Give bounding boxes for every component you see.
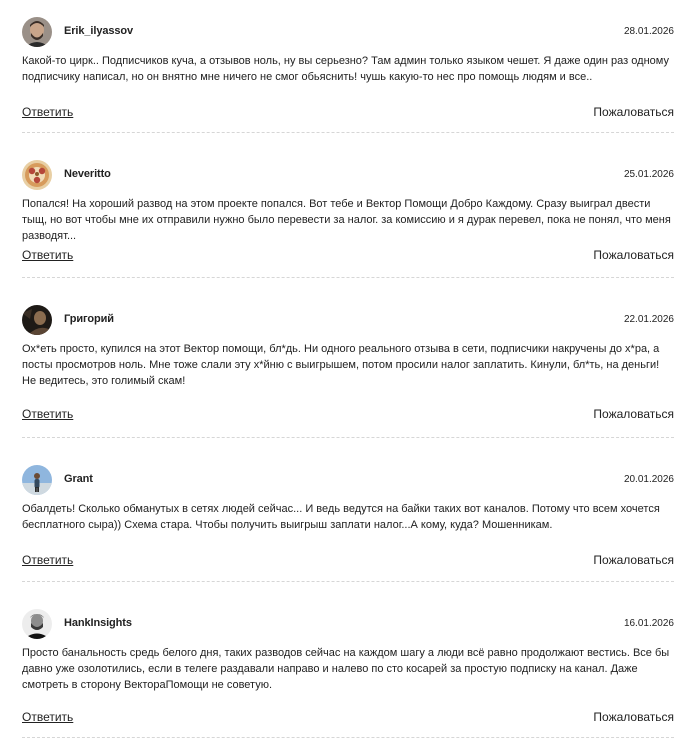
comment-date: 22.01.2026 <box>623 314 674 325</box>
avatar[interactable] <box>22 160 52 190</box>
comment-header: Neveritto 25.01.2026 <box>22 160 674 192</box>
comment-header: Erik_ilyassov 28.01.2026 <box>22 17 674 49</box>
comment-author[interactable]: HankInsights <box>64 617 132 629</box>
comment-item: Grant 20.01.2026 Обалдеть! Сколько обман… <box>22 438 674 582</box>
avatar[interactable] <box>22 609 52 639</box>
comment-text: Просто банальность средь белого дня, так… <box>22 647 670 691</box>
comment-header: Grant 20.01.2026 <box>22 465 674 497</box>
report-button[interactable]: Пожаловаться <box>593 248 674 262</box>
comment-header: HankInsights 16.01.2026 <box>22 609 674 641</box>
comment-list: Erik_ilyassov 28.01.2026 Какой-то цирк..… <box>0 0 694 738</box>
comment-item: Григорий 22.01.2026 Ох*еть просто, купил… <box>22 278 674 438</box>
avatar[interactable] <box>22 305 52 335</box>
comment-actions: Ответить Пожаловаться <box>22 407 674 431</box>
comment-text: Ох*еть просто, купился на этот Вектор по… <box>22 343 660 387</box>
comment-text: Попался! На хороший развод на этом проек… <box>22 198 671 242</box>
report-button[interactable]: Пожаловаться <box>593 710 674 724</box>
comment-item: Neveritto 25.01.2026 Попался! На хороший… <box>22 133 674 278</box>
comment-text: Какой-то цирк.. Подписчиков куча, а отзы… <box>22 55 669 83</box>
comment-header: Григорий 22.01.2026 <box>22 305 674 337</box>
comment-date: 25.01.2026 <box>623 169 674 180</box>
report-button[interactable]: Пожаловаться <box>593 105 674 119</box>
comment-author[interactable]: Neveritto <box>64 168 111 180</box>
avatar[interactable] <box>22 17 52 47</box>
comment-date: 28.01.2026 <box>623 26 674 37</box>
reply-button[interactable]: Ответить <box>22 553 73 567</box>
comment-author[interactable]: Григорий <box>64 313 114 325</box>
comment-actions: Ответить Пожаловаться <box>22 553 674 577</box>
comment-date: 20.01.2026 <box>623 474 674 485</box>
avatar[interactable] <box>22 465 52 495</box>
comment-actions: Ответить Пожаловаться <box>22 248 674 272</box>
comment-item: Erik_ilyassov 28.01.2026 Какой-то цирк..… <box>22 0 674 133</box>
reply-button[interactable]: Ответить <box>22 105 73 119</box>
reply-button[interactable]: Ответить <box>22 710 73 724</box>
reply-button[interactable]: Ответить <box>22 248 73 262</box>
comment-author[interactable]: Erik_ilyassov <box>64 25 133 37</box>
comment-actions: Ответить Пожаловаться <box>22 105 674 129</box>
comment-author[interactable]: Grant <box>64 473 93 485</box>
comment-date: 16.01.2026 <box>623 618 674 629</box>
comment-item: HankInsights 16.01.2026 Просто банальнос… <box>22 582 674 738</box>
comment-text: Обалдеть! Сколько обманутых в сетях люде… <box>22 503 660 531</box>
report-button[interactable]: Пожаловаться <box>593 553 674 567</box>
comment-actions: Ответить Пожаловаться <box>22 710 674 734</box>
reply-button[interactable]: Ответить <box>22 407 73 421</box>
report-button[interactable]: Пожаловаться <box>593 407 674 421</box>
